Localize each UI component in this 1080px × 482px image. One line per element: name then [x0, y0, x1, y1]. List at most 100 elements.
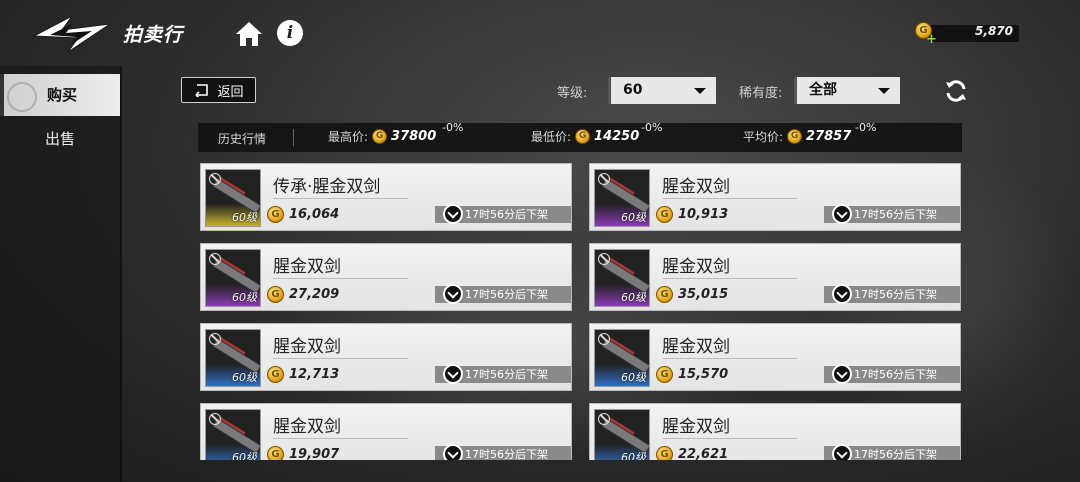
item-level: 60级 — [621, 291, 646, 304]
back-arrow-icon — [195, 84, 209, 97]
level-dropdown[interactable]: 60 — [608, 77, 716, 104]
item-name: 腥金双剑 — [273, 337, 341, 357]
back-button-label: 返回 — [217, 84, 244, 100]
item-thumbnail: 60级 — [594, 249, 650, 307]
coin-icon: G — [267, 286, 284, 303]
item-price: 35,015 — [678, 287, 729, 302]
item-thumbnail: 60级 — [205, 409, 261, 460]
no-trade-icon — [209, 173, 221, 185]
history-min: 最低价: G 14250 -0% — [531, 121, 663, 144]
page-title: 拍卖行 — [123, 24, 184, 46]
history-max: 最高价: G 37800 -0% — [328, 121, 464, 144]
sidebar: 购买 出售 — [0, 66, 122, 482]
no-trade-icon — [209, 253, 221, 265]
item-price: 16,064 — [289, 207, 340, 222]
level-dropdown-value: 60 — [623, 82, 643, 98]
history-avg: 平均价: G 27857 -0% — [743, 121, 877, 144]
coin-icon: G — [656, 446, 673, 460]
no-trade-icon — [598, 173, 610, 185]
listing-card[interactable]: 60级 腥金双剑 G 12,713 17时56分后下架 — [200, 323, 572, 391]
clock-icon — [443, 284, 463, 304]
clock-icon — [832, 204, 852, 224]
coin-icon: G — [575, 129, 591, 144]
item-price: 19,907 — [289, 447, 340, 460]
plus-icon[interactable]: + — [926, 32, 937, 47]
listing-timer: 17时56分后下架 — [435, 204, 571, 224]
item-price: 15,570 — [678, 367, 729, 382]
chevron-down-icon — [694, 88, 706, 94]
listing-card[interactable]: 60级 腥金双剑 G 15,570 17时56分后下架 — [589, 323, 961, 391]
item-thumbnail: 60级 — [594, 329, 650, 387]
item-name: 腥金双剑 — [662, 417, 730, 437]
item-level: 60级 — [232, 291, 257, 304]
top-header: 拍卖行 i G + 5,870 — [0, 0, 1080, 66]
item-thumbnail: 60级 — [594, 409, 650, 460]
rarity-dropdown-value: 全部 — [809, 82, 837, 98]
item-name: 腥金双剑 — [662, 337, 730, 357]
listing-timer: 17时56分后下架 — [824, 284, 960, 304]
clock-icon — [832, 284, 852, 304]
chevron-down-icon — [878, 88, 890, 94]
back-button[interactable]: 返回 — [181, 77, 256, 103]
item-level: 60级 — [232, 211, 257, 224]
listing-timer: 17时56分后下架 — [435, 364, 571, 384]
coin-icon: G — [656, 366, 673, 383]
item-name: 腥金双剑 — [273, 417, 341, 437]
rarity-label: 稀有度: — [739, 86, 783, 101]
item-name: 腥金双剑 — [662, 177, 730, 197]
item-level: 60级 — [621, 211, 646, 224]
item-price: 22,621 — [678, 447, 729, 460]
coin-icon: G — [656, 286, 673, 303]
listing-timer: 17时56分后下架 — [824, 204, 960, 224]
item-price: 27,209 — [289, 287, 340, 302]
clock-icon — [443, 364, 463, 384]
item-name: 腥金双剑 — [273, 257, 341, 277]
clock-icon — [832, 444, 852, 460]
listing-card[interactable]: 60级 腥金双剑 G 22,621 17时56分后下架 — [589, 403, 961, 460]
rarity-dropdown[interactable]: 全部 — [794, 77, 900, 104]
level-label: 等级: — [557, 86, 588, 101]
coin-icon: G — [656, 206, 673, 223]
coin-icon: G — [372, 129, 388, 144]
tab-sell[interactable]: 出售 — [0, 118, 120, 160]
listing-card[interactable]: 60级 腥金双剑 G 10,913 17时56分后下架 — [589, 163, 961, 231]
refresh-icon[interactable] — [944, 79, 968, 103]
currency-display: G + 5,870 — [915, 22, 1019, 47]
no-trade-icon — [598, 333, 610, 345]
item-thumbnail: 60级 — [205, 329, 261, 387]
clock-icon — [832, 364, 852, 384]
listing-grid: 60级 传承·腥金双剑 G 16,064 17时56分后下架 60级 腥金双剑 … — [200, 163, 962, 460]
no-trade-icon — [598, 413, 610, 425]
listing-card[interactable]: 60级 腥金双剑 G 27,209 17时56分后下架 — [200, 243, 572, 311]
price-history-bar: 历史行情 最高价: G 37800 -0% 最低价: G 14250 -0% 平… — [198, 121, 962, 152]
item-name: 腥金双剑 — [662, 257, 730, 277]
listing-timer: 17时56分后下架 — [824, 364, 960, 384]
item-level: 60级 — [232, 371, 257, 384]
coin-icon: G — [787, 129, 803, 144]
home-icon[interactable] — [235, 20, 263, 48]
coin-icon: G — [267, 206, 284, 223]
item-name: 传承·腥金双剑 — [273, 177, 381, 197]
no-trade-icon — [598, 253, 610, 265]
listing-card[interactable]: 60级 腥金双剑 G 19,907 17时56分后下架 — [200, 403, 572, 460]
item-thumbnail: 60级 — [205, 169, 261, 227]
listing-timer: 17时56分后下架 — [824, 444, 960, 460]
no-trade-icon — [209, 413, 221, 425]
item-level: 60级 — [232, 451, 257, 460]
currency-value: 5,870 — [975, 24, 1013, 38]
listing-timer: 17时56分后下架 — [435, 284, 571, 304]
coin-icon: G — [267, 446, 284, 460]
listing-card[interactable]: 60级 腥金双剑 G 35,015 17时56分后下架 — [589, 243, 961, 311]
logo-icon — [32, 15, 111, 53]
listing-card[interactable]: 60级 传承·腥金双剑 G 16,064 17时56分后下架 — [200, 163, 572, 231]
item-thumbnail: 60级 — [594, 169, 650, 227]
no-trade-icon — [209, 333, 221, 345]
history-title: 历史行情 — [218, 132, 267, 146]
coin-icon: G — [267, 366, 284, 383]
info-icon[interactable]: i — [277, 20, 303, 46]
tab-buy[interactable]: 购买 — [0, 74, 120, 116]
item-price: 12,713 — [289, 367, 340, 382]
clock-icon — [443, 444, 463, 460]
item-level: 60级 — [621, 451, 646, 460]
item-level: 60级 — [621, 371, 646, 384]
